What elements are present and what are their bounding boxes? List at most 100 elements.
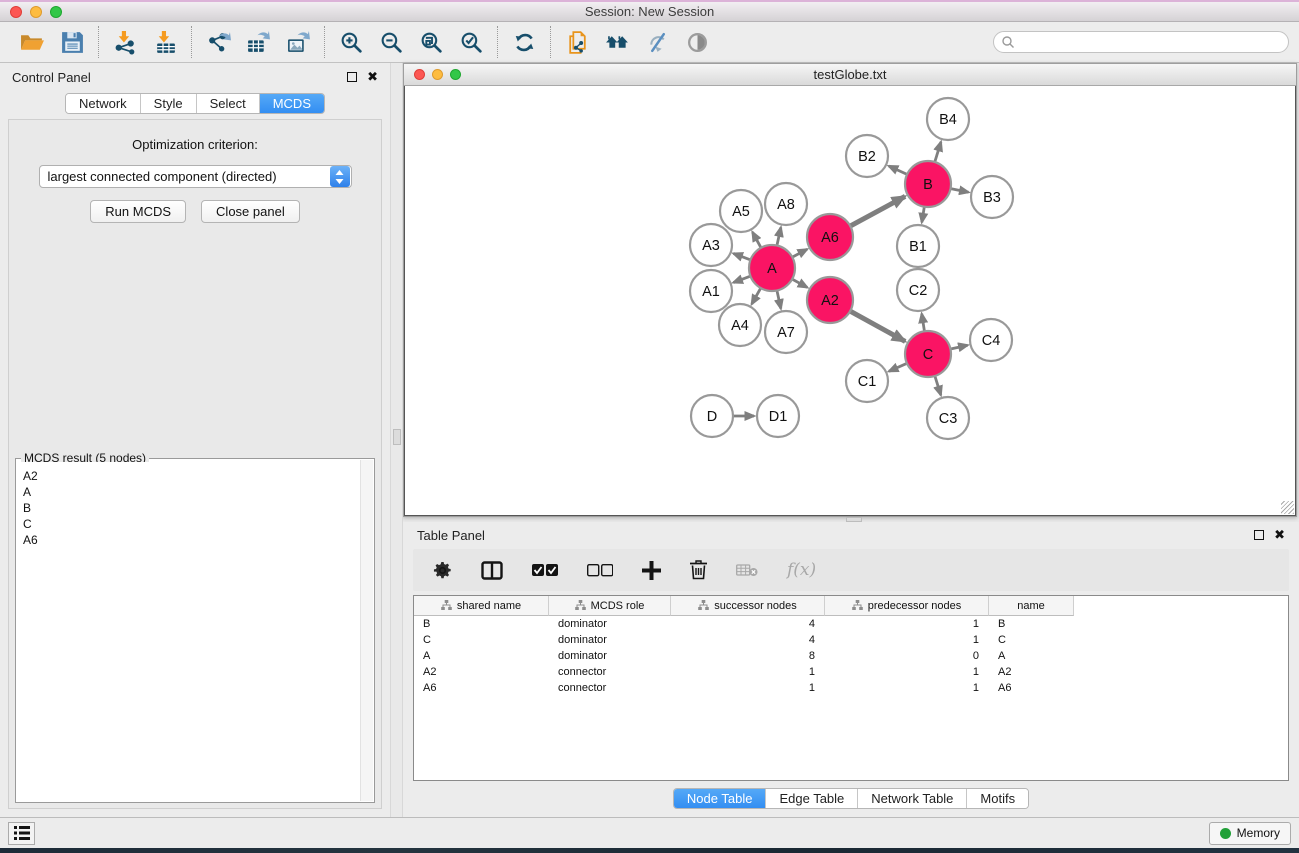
result-list-item[interactable]: B <box>17 500 373 516</box>
table-mode-button[interactable] <box>433 561 452 580</box>
open-network-from-ndex-button[interactable] <box>597 24 637 60</box>
result-scrollbar[interactable] <box>360 460 373 801</box>
tab-mcds[interactable]: MCDS <box>259 94 324 113</box>
graph-node-A5[interactable]: A5 <box>720 190 762 232</box>
network-canvas[interactable]: AA1A2A3A4A5A6A7A8BB1B2B3B4CC1C2C3C4DD1 <box>404 86 1296 516</box>
zoom-selected-button[interactable] <box>451 24 491 60</box>
tab-select[interactable]: Select <box>196 94 259 113</box>
search-input[interactable] <box>993 31 1289 53</box>
resize-grip-icon[interactable] <box>1281 501 1294 514</box>
graph-node-A6[interactable]: A6 <box>807 214 853 260</box>
result-list-item[interactable]: A <box>17 484 373 500</box>
table-cell[interactable]: B <box>414 616 549 632</box>
vertical-split-divider[interactable] <box>390 63 403 817</box>
tab-node-table[interactable]: Node Table <box>674 789 766 808</box>
column-header-mcds-role[interactable]: MCDS role <box>549 596 671 616</box>
graph-node-B1[interactable]: B1 <box>897 225 939 267</box>
graph-node-A[interactable]: A <box>749 245 795 291</box>
result-list-item[interactable]: A6 <box>17 532 373 548</box>
select-all-button[interactable] <box>532 564 558 577</box>
table-cell[interactable]: 1 <box>671 664 825 680</box>
table-cell[interactable]: connector <box>549 664 671 680</box>
tab-network-table[interactable]: Network Table <box>857 789 966 808</box>
export-image-button[interactable] <box>278 24 318 60</box>
graph-node-A7[interactable]: A7 <box>765 311 807 353</box>
refresh-button[interactable] <box>504 24 544 60</box>
close-panel-icon[interactable]: ✖ <box>367 72 378 82</box>
graph-node-C3[interactable]: C3 <box>927 397 969 439</box>
import-network-button[interactable] <box>105 24 145 60</box>
graph-node-B3[interactable]: B3 <box>971 176 1013 218</box>
zoom-fit-button[interactable] <box>411 24 451 60</box>
table-cell[interactable]: 1 <box>825 632 989 648</box>
column-header-predecessor-nodes[interactable]: predecessor nodes <box>825 596 989 616</box>
table-cell[interactable]: 4 <box>671 632 825 648</box>
tab-style[interactable]: Style <box>140 94 196 113</box>
table-cell[interactable]: A6 <box>989 680 1074 696</box>
table-cell[interactable]: 1 <box>825 616 989 632</box>
table-row[interactable]: Adominator80A <box>414 648 1288 664</box>
clone-network-button[interactable] <box>557 24 597 60</box>
export-network-button[interactable] <box>198 24 238 60</box>
tab-edge-table[interactable]: Edge Table <box>765 789 857 808</box>
result-list-item[interactable]: C <box>17 516 373 532</box>
table-row[interactable]: A2connector11A2 <box>414 664 1288 680</box>
memory-button[interactable]: Memory <box>1209 822 1291 845</box>
graph-node-A3[interactable]: A3 <box>690 224 732 266</box>
table-cell[interactable]: C <box>414 632 549 648</box>
table-row[interactable]: Cdominator41C <box>414 632 1288 648</box>
graph-node-B[interactable]: B <box>905 161 951 207</box>
column-header-shared-name[interactable]: shared name <box>414 596 549 616</box>
table-cell[interactable]: A <box>989 648 1074 664</box>
table-cell[interactable]: A <box>414 648 549 664</box>
float-panel-icon[interactable] <box>347 72 357 82</box>
horizontal-split-divider[interactable] <box>403 517 1299 522</box>
table-cell[interactable]: 4 <box>671 616 825 632</box>
column-header-name[interactable]: name <box>989 596 1074 616</box>
node-table[interactable]: shared nameMCDS rolesuccessor nodesprede… <box>413 595 1289 781</box>
graph-node-C1[interactable]: C1 <box>846 360 888 402</box>
table-cell[interactable]: connector <box>549 680 671 696</box>
split-handle[interactable] <box>846 517 862 522</box>
table-cell[interactable]: A2 <box>989 664 1074 680</box>
tab-motifs[interactable]: Motifs <box>966 789 1028 808</box>
graph-node-C2[interactable]: C2 <box>897 269 939 311</box>
save-session-button[interactable] <box>52 24 92 60</box>
deselect-all-button[interactable] <box>587 564 613 577</box>
export-table-button[interactable] <box>238 24 278 60</box>
graph-node-A1[interactable]: A1 <box>690 270 732 312</box>
close-panel-icon[interactable]: ✖ <box>1274 530 1285 540</box>
graph-node-A4[interactable]: A4 <box>719 304 761 346</box>
split-handle[interactable] <box>393 429 401 445</box>
graph-node-D1[interactable]: D1 <box>757 395 799 437</box>
table-cell[interactable]: dominator <box>549 632 671 648</box>
graph-node-B4[interactable]: B4 <box>927 98 969 140</box>
table-cell[interactable]: B <box>989 616 1074 632</box>
table-cell[interactable]: 1 <box>825 680 989 696</box>
table-row[interactable]: A6connector11A6 <box>414 680 1288 696</box>
show-graphics-details-button[interactable] <box>677 24 717 60</box>
table-cell[interactable]: A6 <box>414 680 549 696</box>
import-table-button[interactable] <box>145 24 185 60</box>
table-cell[interactable]: dominator <box>549 616 671 632</box>
table-cell[interactable]: 0 <box>825 648 989 664</box>
graph-node-D[interactable]: D <box>691 395 733 437</box>
tab-network[interactable]: Network <box>66 94 140 113</box>
table-row[interactable]: Bdominator41B <box>414 616 1288 632</box>
delete-columns-button[interactable] <box>690 560 707 580</box>
table-cell[interactable]: C <box>989 632 1074 648</box>
graph-node-B2[interactable]: B2 <box>846 135 888 177</box>
column-header-successor-nodes[interactable]: successor nodes <box>671 596 825 616</box>
zoom-out-button[interactable] <box>371 24 411 60</box>
graph-node-A2[interactable]: A2 <box>807 277 853 323</box>
zoom-in-button[interactable] <box>331 24 371 60</box>
table-cell[interactable]: A2 <box>414 664 549 680</box>
show-task-history-button[interactable] <box>8 822 35 845</box>
function-builder-button[interactable]: f(x) <box>787 560 816 580</box>
delete-table-button[interactable] <box>736 563 758 577</box>
table-cell[interactable]: 1 <box>825 664 989 680</box>
create-column-button[interactable] <box>642 561 661 580</box>
mcds-result-list[interactable]: A2ABCA6 <box>17 462 373 801</box>
hide-graphics-details-button[interactable] <box>637 24 677 60</box>
table-cell[interactable]: 8 <box>671 648 825 664</box>
